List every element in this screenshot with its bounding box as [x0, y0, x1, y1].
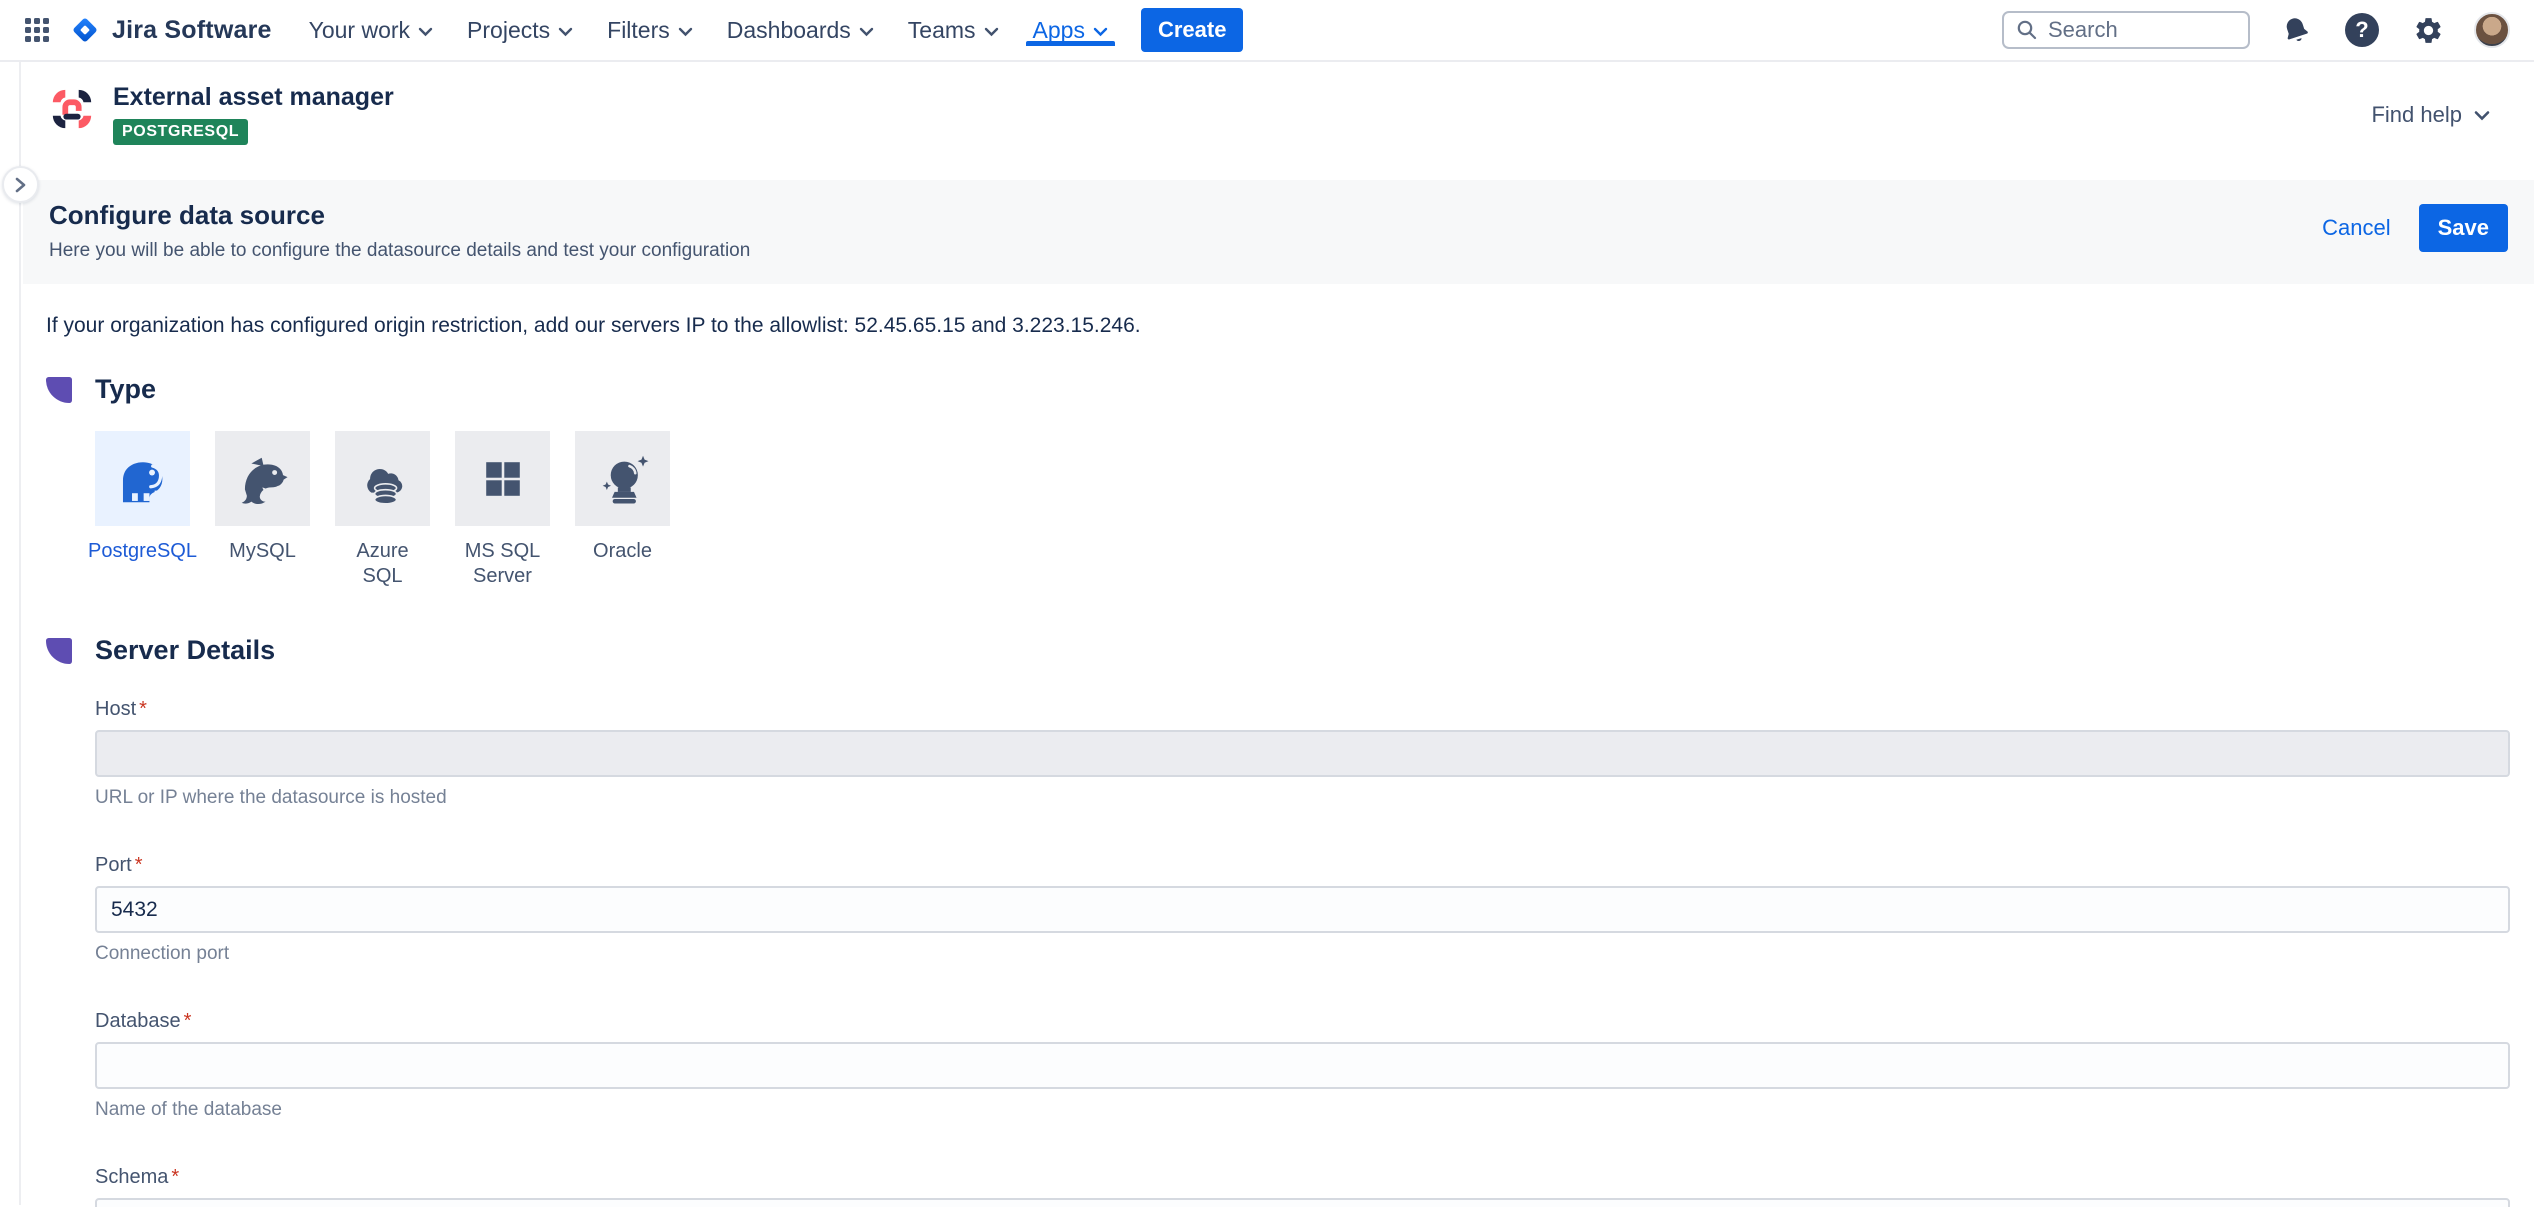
type-option-oracle[interactable]: Oracle [575, 431, 670, 589]
postgresql-elephant-icon [112, 448, 174, 510]
nav-item-apps[interactable]: Apps [1016, 17, 1125, 44]
question-mark-icon: ? [2345, 13, 2379, 47]
nav-item-dashboards[interactable]: Dashboards [710, 17, 891, 44]
search-input[interactable] [2048, 17, 2218, 43]
create-button[interactable]: Create [1141, 8, 1243, 52]
collapsed-sidebar-rail [0, 62, 21, 1205]
section-subtitle: Here you will be able to configure the d… [49, 240, 2508, 262]
type-option-ms-sql-server[interactable]: MS SQL Server [455, 431, 550, 589]
type-option-postgresql[interactable]: PostgreSQL [95, 431, 190, 589]
schema-field-group: Schema* Schema to be connected [95, 1166, 2510, 1207]
chevron-down-icon [678, 27, 693, 37]
datasource-type-badge: POSTGRESQL [113, 119, 248, 145]
external-asset-manager-logo [49, 86, 95, 132]
type-option-azure-sql[interactable]: Azure SQL [335, 431, 430, 589]
page-title: External asset manager [113, 82, 394, 112]
database-label: Database* [95, 1010, 2510, 1033]
configure-data-source-bar: Configure data source Here you will be a… [23, 180, 2534, 284]
notifications-button[interactable] [2276, 10, 2316, 50]
nav-item-projects[interactable]: Projects [450, 17, 590, 44]
schema-input[interactable] [95, 1198, 2510, 1207]
port-field-group: Port* Connection port [95, 854, 2510, 965]
server-details-title: Server Details [95, 635, 275, 666]
host-input[interactable] [95, 730, 2510, 777]
chevron-down-icon [859, 27, 874, 37]
save-button[interactable]: Save [2419, 204, 2508, 252]
host-label: Host* [95, 698, 2510, 721]
find-help-dropdown[interactable]: Find help [2371, 102, 2490, 128]
database-field-group: Database* Name of the database [95, 1010, 2510, 1121]
type-section-title: Type [95, 374, 156, 405]
sidebar-expand-button[interactable] [2, 166, 39, 203]
gear-icon [2413, 15, 2444, 46]
port-label: Port* [95, 854, 2510, 877]
schema-label: Schema* [95, 1166, 2510, 1189]
azure-sql-cloud-db-icon [352, 448, 414, 510]
top-navigation: Jira Software Your work Projects Filters… [0, 0, 2534, 62]
type-option-mysql[interactable]: MySQL [215, 431, 310, 589]
allowlist-notice: If your organization has configured orig… [46, 314, 2510, 338]
nav-item-filters[interactable]: Filters [590, 17, 710, 44]
help-button[interactable]: ? [2342, 10, 2382, 50]
chevron-down-icon [558, 27, 573, 37]
chevron-down-icon [984, 27, 999, 37]
user-avatar[interactable] [2474, 12, 2510, 48]
datasource-type-picker: PostgreSQL MySQL [46, 431, 2510, 589]
port-helper: Connection port [95, 943, 2510, 965]
search-icon [2016, 19, 2038, 41]
chevron-down-icon [2474, 110, 2490, 121]
database-helper: Name of the database [95, 1099, 2510, 1121]
server-details-form: Host* URL or IP where the datasource is … [46, 698, 2510, 1207]
chevron-down-icon [418, 27, 433, 37]
database-input[interactable] [95, 1042, 2510, 1089]
section-title-configure: Configure data source [49, 200, 2508, 231]
app-switcher-icon[interactable] [18, 11, 56, 49]
cancel-button[interactable]: Cancel [2322, 215, 2390, 241]
jira-logo[interactable]: Jira Software [62, 13, 286, 47]
chevron-down-icon [1093, 27, 1108, 37]
host-field-group: Host* URL or IP where the datasource is … [95, 698, 2510, 809]
chevron-right-icon [14, 176, 27, 194]
search-box[interactable] [2002, 11, 2250, 49]
nav-item-teams[interactable]: Teams [891, 17, 1016, 44]
bell-icon [2277, 11, 2315, 49]
settings-button[interactable] [2408, 10, 2448, 50]
mysql-dolphin-icon [232, 448, 294, 510]
oracle-crystal-ball-icon [592, 448, 654, 510]
section-marker-icon [46, 638, 72, 664]
app-header: External asset manager POSTGRESQL Find h… [23, 62, 2534, 180]
jira-diamond-icon [68, 13, 102, 47]
ms-sql-server-windows-icon [472, 448, 534, 510]
port-input[interactable] [95, 886, 2510, 933]
nav-item-your-work[interactable]: Your work [292, 17, 450, 44]
product-name: Jira Software [112, 16, 272, 45]
host-helper: URL or IP where the datasource is hosted [95, 787, 2510, 809]
section-marker-icon [46, 377, 72, 403]
